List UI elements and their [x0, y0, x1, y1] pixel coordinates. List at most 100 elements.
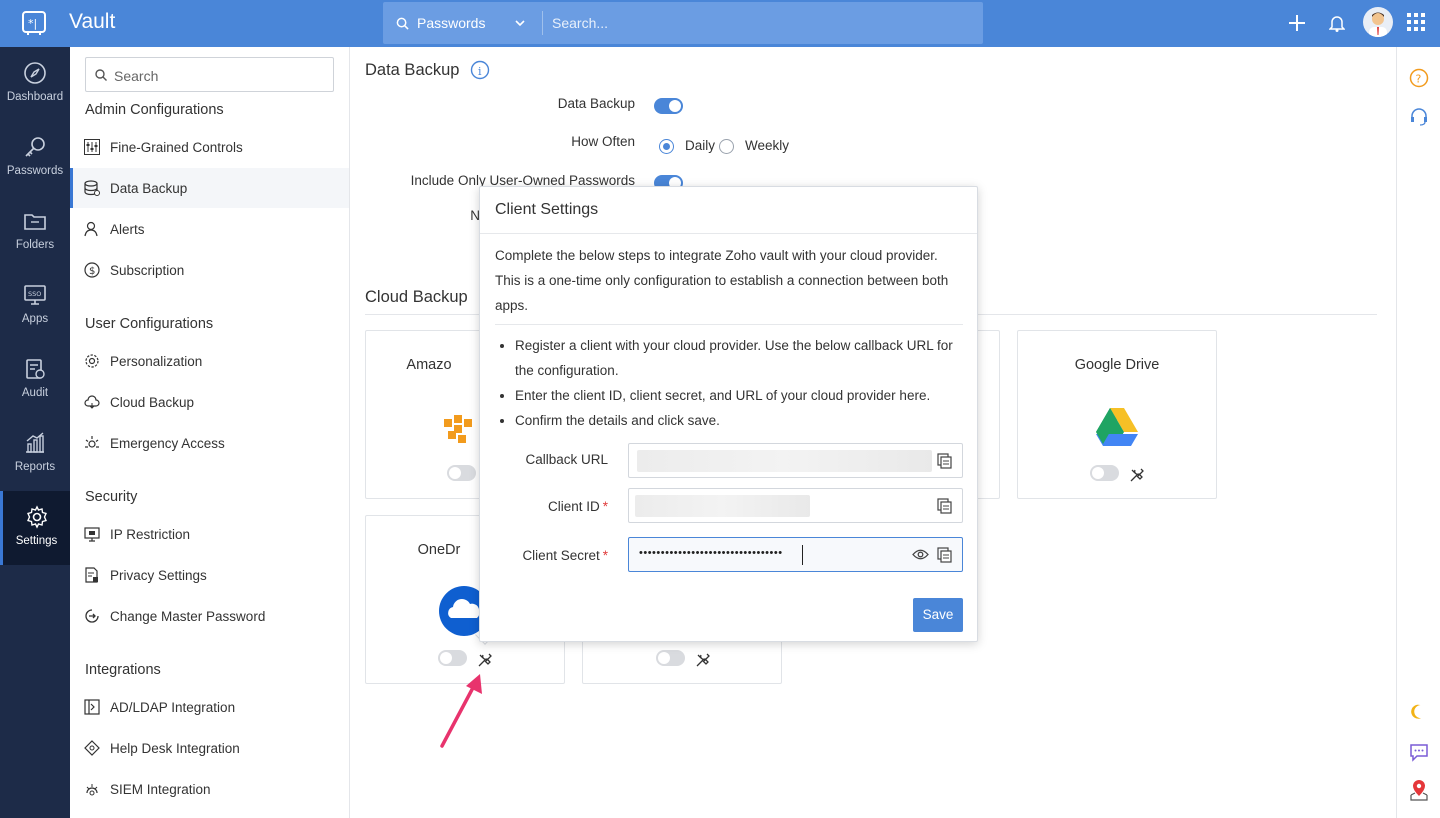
- modal-step: Register a client with your cloud provid…: [515, 333, 965, 383]
- data-backup-toggle[interactable]: [654, 98, 683, 114]
- sidebar-item-emergency-access[interactable]: Emergency Access: [70, 423, 349, 463]
- sidebar-item-cloud-backup[interactable]: Cloud Backup: [70, 382, 349, 422]
- copy-icon[interactable]: [937, 453, 952, 469]
- app-title: Vault: [69, 10, 116, 33]
- directory-icon: [84, 699, 100, 715]
- location-icon[interactable]: [1409, 779, 1429, 801]
- bell-icon[interactable]: [1329, 14, 1345, 32]
- sidebar-item-data-backup[interactable]: Data Backup: [70, 168, 349, 208]
- modal-divider: [495, 324, 963, 325]
- nav-audit[interactable]: Audit: [0, 343, 70, 417]
- ticket-icon: [84, 740, 100, 756]
- nav-audit-label: Audit: [21, 387, 49, 399]
- sidebar-item-ip-restriction[interactable]: IP Restriction: [70, 514, 349, 554]
- sidebar-item-siem[interactable]: SIEM Integration: [70, 769, 349, 809]
- modal-step: Enter the client ID, client secret, and …: [515, 383, 965, 408]
- nav-reports[interactable]: Reports: [0, 417, 70, 491]
- vault-logo-icon[interactable]: *|: [20, 9, 48, 37]
- nav-folders[interactable]: Folders: [0, 195, 70, 269]
- how-often-label: How Often: [571, 134, 635, 149]
- nav-dashboard[interactable]: Dashboard: [0, 47, 70, 121]
- client-id-label-text: Client ID: [547, 499, 600, 514]
- client-id-field[interactable]: [628, 488, 963, 523]
- settings-tools-icon[interactable]: [1129, 467, 1145, 483]
- nav-passwords[interactable]: Passwords: [0, 121, 70, 195]
- compass-icon: [24, 62, 46, 84]
- sidebar-item-change-master-password[interactable]: Change Master Password: [70, 596, 349, 636]
- key-icon: [25, 137, 45, 157]
- client-secret-label-text: Client Secret: [522, 548, 600, 563]
- radio-weekly-label: Weekly: [745, 138, 790, 153]
- search-icon: [396, 17, 409, 30]
- sidebar-item-fine-grained-controls[interactable]: Fine-Grained Controls: [70, 127, 349, 167]
- provider-card-google-drive: Google Drive: [1017, 330, 1217, 499]
- section-heading-security: Security: [85, 489, 138, 505]
- left-nav: Dashboard Passwords Folders SSO Apps Aud…: [0, 47, 70, 818]
- eye-icon[interactable]: [912, 548, 929, 561]
- sidebar-item-label: AD/LDAP Integration: [110, 699, 236, 715]
- sidebar-item-subscription[interactable]: $ Subscription: [70, 250, 349, 290]
- plus-icon[interactable]: [1288, 14, 1306, 32]
- global-search[interactable]: Passwords Search...: [383, 2, 983, 44]
- settings-tools-icon[interactable]: [477, 652, 493, 668]
- info-icon[interactable]: i: [470, 60, 490, 80]
- folder-icon: [24, 214, 46, 230]
- modal-step: Confirm the details and click save.: [515, 408, 965, 433]
- sidebar-item-help-desk[interactable]: Help Desk Integration: [70, 728, 349, 768]
- svg-text:*|: *|: [28, 17, 37, 30]
- help-icon[interactable]: ?: [1409, 68, 1429, 88]
- nav-passwords-label: Passwords: [6, 165, 64, 177]
- copy-icon[interactable]: [937, 547, 952, 563]
- search-scope-dropdown[interactable]: Passwords: [383, 2, 543, 44]
- modal-divider: [480, 233, 977, 234]
- callback-url-field[interactable]: [628, 443, 963, 478]
- callback-url-label-text: Callback URL: [525, 452, 608, 467]
- settings-tools-icon[interactable]: [695, 652, 711, 668]
- google-drive-enable-toggle[interactable]: [1090, 465, 1119, 481]
- radio-weekly[interactable]: [719, 139, 734, 154]
- nav-folders-label: Folders: [15, 239, 55, 251]
- cloud-backup-title: Cloud Backup: [365, 288, 468, 306]
- sidebar-item-ad-ldap[interactable]: AD/LDAP Integration: [70, 687, 349, 727]
- nav-settings[interactable]: Settings: [0, 491, 70, 565]
- sidebar-item-personalization[interactable]: Personalization: [70, 341, 349, 381]
- other-enable-toggle[interactable]: [656, 650, 685, 666]
- headset-icon[interactable]: [1409, 107, 1429, 127]
- sidebar-item-label: IP Restriction: [110, 526, 191, 542]
- section-heading-user: User Configurations: [85, 316, 214, 332]
- sidebar-item-label: Privacy Settings: [110, 567, 207, 583]
- svg-text:?: ?: [1416, 73, 1422, 86]
- settings-search-input[interactable]: Search: [85, 57, 334, 92]
- partial-label: N: [470, 208, 480, 223]
- section-heading-admin: Admin Configurations: [85, 102, 224, 118]
- callback-url-redacted: [637, 450, 932, 472]
- amazon-enable-toggle[interactable]: [447, 465, 476, 481]
- sidebar-item-privacy-settings[interactable]: Privacy Settings: [70, 555, 349, 595]
- svg-text:i: i: [478, 65, 482, 78]
- svg-text:SSO: SSO: [28, 290, 41, 298]
- apps-grid-icon[interactable]: [1407, 13, 1425, 31]
- sidebar-item-label: Subscription: [110, 262, 185, 278]
- search-input[interactable]: Search...: [552, 15, 608, 31]
- radio-daily[interactable]: [659, 139, 674, 154]
- sidebar-item-label: Personalization: [110, 353, 203, 369]
- document-lock-icon: [85, 567, 98, 583]
- modal-title: Client Settings: [495, 201, 599, 218]
- section-heading-integrations: Integrations: [85, 662, 161, 678]
- avatar[interactable]: [1363, 7, 1393, 37]
- svg-text:$: $: [89, 266, 95, 277]
- nav-apps[interactable]: SSO Apps: [0, 269, 70, 343]
- onedrive-enable-toggle[interactable]: [438, 650, 467, 666]
- client-secret-label: Client Secret *: [522, 548, 608, 563]
- client-id-label: Client ID *: [547, 499, 608, 514]
- settings-search-placeholder: Search: [114, 68, 159, 84]
- copy-icon[interactable]: [937, 498, 952, 514]
- chat-icon[interactable]: [1409, 742, 1429, 762]
- save-button[interactable]: Save: [913, 598, 963, 632]
- sidebar-item-label: Data Backup: [110, 180, 188, 196]
- sidebar-item-alerts[interactable]: Alerts: [70, 209, 349, 249]
- moon-icon[interactable]: [1409, 702, 1429, 722]
- client-secret-field[interactable]: •••••••••••••••••••••••••••••••••: [628, 537, 963, 572]
- gear-icon: [85, 354, 99, 368]
- sso-icon: SSO: [24, 285, 46, 305]
